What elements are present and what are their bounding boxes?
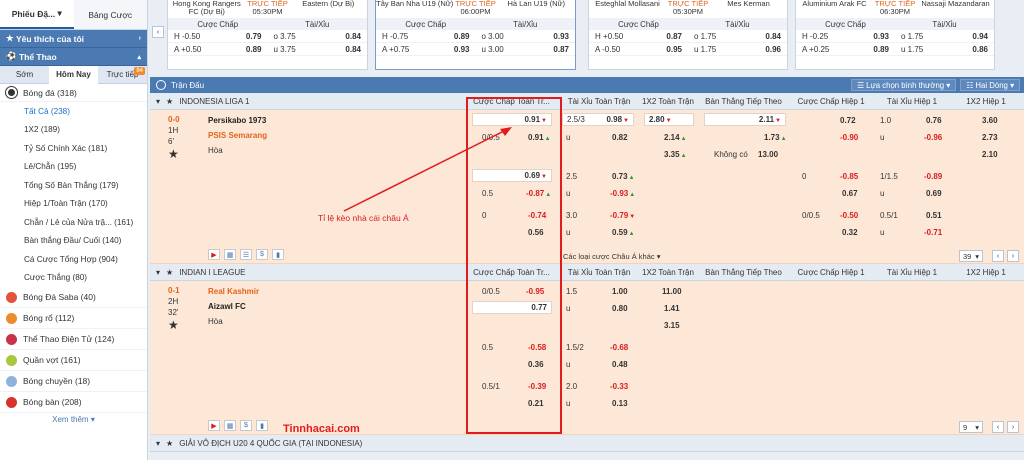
annotation-text: Tỉ lệ kèo nhà cái châu Á: [318, 213, 409, 223]
watermark-text: Tinnhacai.com: [283, 423, 360, 435]
arrow-head: [500, 127, 512, 136]
annotation-arrow: [343, 127, 512, 212]
arrow-line: [343, 129, 507, 212]
